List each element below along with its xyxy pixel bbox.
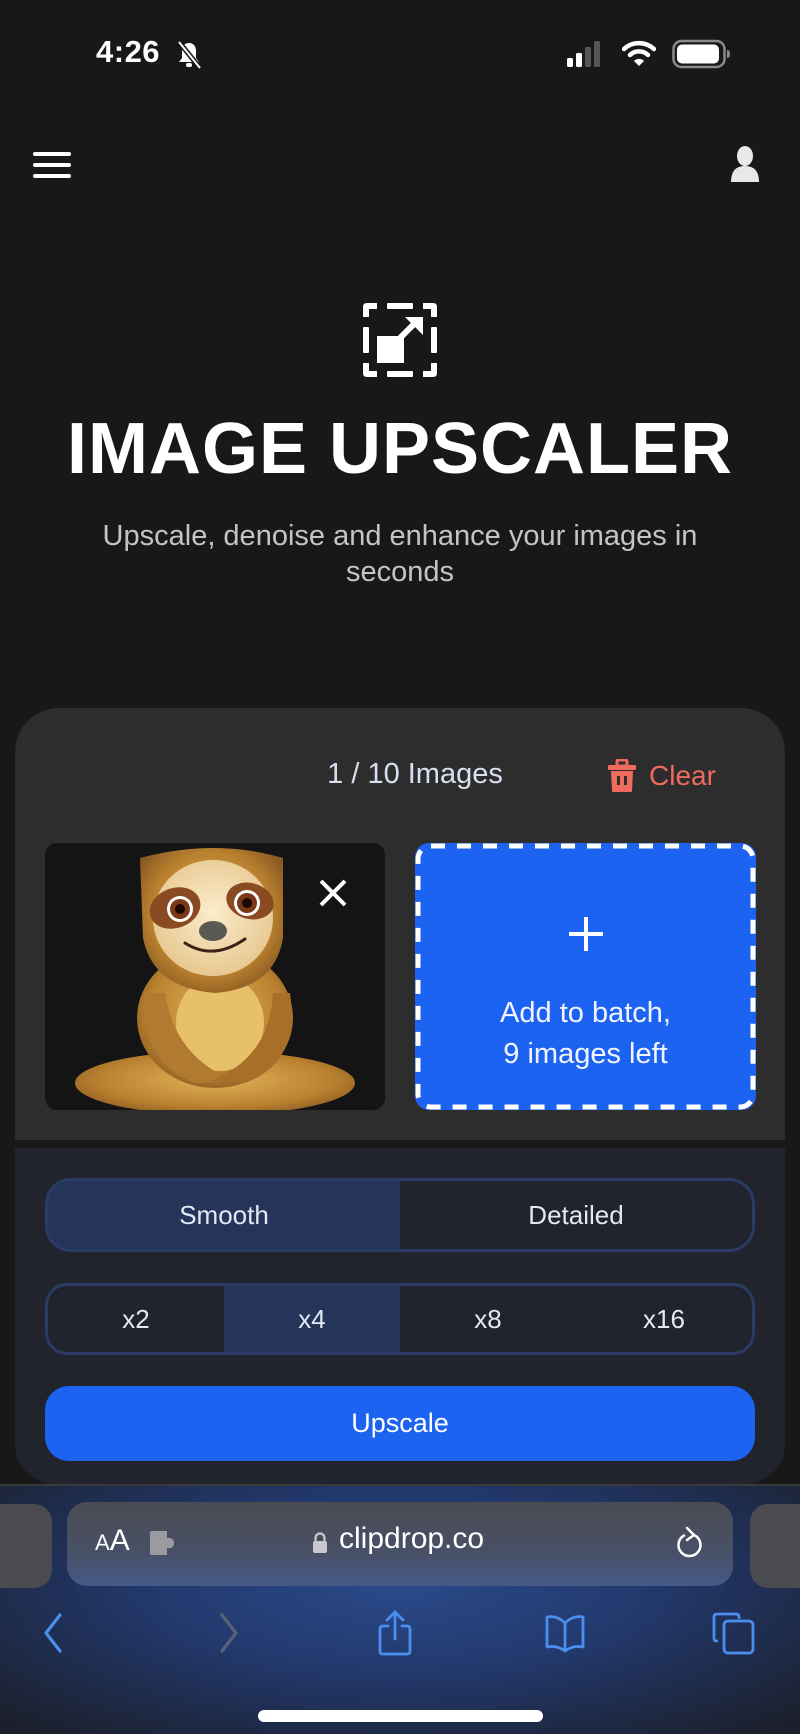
mode-option-detailed[interactable]: Detailed	[400, 1181, 752, 1249]
close-icon[interactable]	[315, 875, 351, 911]
scale-option-x16[interactable]: x16	[576, 1286, 752, 1352]
scale-option-x8[interactable]: x8	[400, 1286, 576, 1352]
upload-card: 1 / 10 Images Clear Add to batch, 9 imag…	[15, 708, 785, 1140]
share-icon[interactable]	[373, 1609, 417, 1657]
clear-button[interactable]: Clear	[607, 756, 716, 796]
image-count: 1 / 10 Images	[327, 758, 503, 790]
status-time: 4:26	[96, 34, 161, 69]
add-batch-line-1: Add to batch,	[500, 997, 671, 1029]
tabs-icon[interactable]	[712, 1609, 756, 1657]
forward-icon[interactable]	[206, 1609, 250, 1657]
address-bar[interactable]: AA clipdrop.co	[67, 1502, 733, 1586]
clear-label: Clear	[649, 760, 716, 791]
lock-icon	[313, 1532, 327, 1553]
hamburger-menu-icon[interactable]	[33, 150, 73, 182]
page-subtitle: Upscale, denoise and enhance your images…	[102, 520, 698, 588]
settings-panel: Smooth Detailed x2 x4 x8 x16 Upscale	[15, 1148, 785, 1484]
user-icon[interactable]	[729, 146, 761, 184]
add-to-batch-button[interactable]: Add to batch, 9 images left	[415, 843, 756, 1110]
browser-chrome: AA clipdrop.co	[0, 1484, 800, 1734]
upscale-expand-icon	[363, 303, 437, 377]
scale-option-x2[interactable]: x2	[48, 1286, 224, 1352]
status-bar: 4:26	[0, 0, 800, 100]
back-icon[interactable]	[32, 1609, 76, 1657]
scale-option-x4[interactable]: x4	[224, 1286, 400, 1352]
add-batch-text: Add to batch, 9 images left	[415, 993, 756, 1075]
bell-slash-icon	[177, 40, 202, 70]
add-batch-line-2: 9 images left	[503, 1038, 668, 1070]
next-tab-peek[interactable]	[750, 1504, 800, 1588]
extension-puzzle-icon[interactable]	[147, 1528, 177, 1558]
battery-icon	[672, 39, 730, 69]
mode-toggle: Smooth Detailed	[45, 1178, 755, 1252]
uploaded-image-tile[interactable]	[45, 843, 385, 1110]
page-title: IMAGE UPSCALER	[66, 409, 734, 489]
cellular-signal-icon	[567, 41, 600, 67]
upscale-button[interactable]: Upscale	[45, 1386, 755, 1461]
reload-icon[interactable]	[675, 1526, 705, 1562]
wifi-icon	[622, 40, 656, 66]
trash-icon	[608, 759, 636, 792]
url-text[interactable]: clipdrop.co	[339, 1522, 484, 1556]
mode-option-smooth[interactable]: Smooth	[48, 1181, 400, 1249]
text-size-button[interactable]: AA	[95, 1524, 130, 1558]
text-size-small: A	[95, 1530, 110, 1555]
plus-icon	[569, 917, 603, 951]
scale-toggle: x2 x4 x8 x16	[45, 1283, 755, 1355]
home-indicator[interactable]	[258, 1710, 543, 1722]
text-size-large: A	[109, 1524, 130, 1557]
bookmarks-icon[interactable]	[543, 1609, 587, 1657]
previous-tab-peek[interactable]	[0, 1504, 52, 1588]
